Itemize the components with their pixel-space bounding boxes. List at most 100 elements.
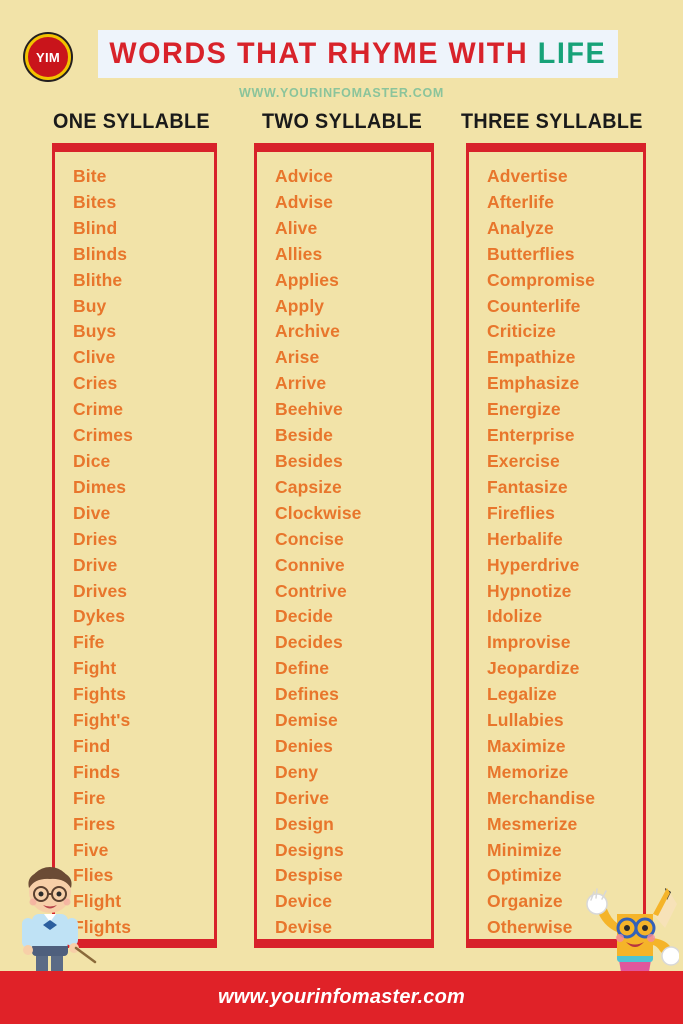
word-item: Design: [275, 813, 334, 834]
word-item: Crime: [73, 399, 124, 420]
word-item: Fire: [73, 787, 106, 808]
word-list-two-syllable: Advice Advise Alive Allies Applies Apply Archi…: [257, 152, 431, 941]
word-item: Contrive: [275, 580, 347, 601]
word-item: Arise: [275, 347, 320, 368]
word-item: Fights: [73, 684, 127, 705]
word-item: Capsize: [275, 476, 342, 497]
word-item: Improvise: [487, 632, 571, 653]
column-heading-two-syllable: TWO SYLLABLE: [262, 110, 423, 133]
word-item: Emphasize: [487, 373, 580, 394]
word-item: Apply: [275, 295, 325, 316]
word-item: Idolize: [487, 606, 543, 627]
word-item: Connive: [275, 554, 345, 575]
column-heading-one-syllable: ONE SYLLABLE: [53, 110, 210, 133]
column-headings: ONE SYLLABLE TWO SYLLABLE THREE SYLLABLE: [0, 110, 683, 136]
word-item: Fantasize: [487, 476, 568, 497]
word-item: Compromise: [487, 269, 595, 290]
word-item: Fight's: [73, 710, 131, 731]
word-item: Fireflies: [487, 502, 556, 523]
yim-logo: YIM: [25, 34, 71, 80]
word-item: Fight: [73, 658, 117, 679]
word-item: Blinds: [73, 243, 128, 264]
word-item: Butterflies: [487, 243, 575, 264]
word-item: Fife: [73, 632, 105, 653]
word-item: Dries: [73, 528, 118, 549]
word-item: Alive: [275, 217, 318, 238]
word-item: Dykes: [73, 606, 126, 627]
word-list-box-three-syllable: Advertise Afterlife Analyze Butterflies Comp…: [466, 143, 646, 948]
word-item: Beside: [275, 425, 333, 446]
word-item: Device: [275, 891, 333, 912]
word-item: Applies: [275, 269, 339, 290]
word-item: Finds: [73, 761, 121, 782]
word-item: Blind: [73, 217, 118, 238]
word-item: Empathize: [487, 347, 576, 368]
footer-url: www.yourinfomaster.com: [217, 986, 466, 1008]
word-item: Enterprise: [487, 425, 575, 446]
word-item: Cries: [73, 373, 118, 394]
infographic-page: YIM WORDS THAT RHYME WITH LIFE WWW.YOURI…: [0, 0, 683, 1024]
word-item: Defines: [275, 684, 339, 705]
word-list-box-two-syllable: Advice Advise Alive Allies Applies Apply Archi…: [254, 143, 434, 948]
word-item: Advise: [275, 191, 333, 212]
word-list-box-one-syllable: Bite Bites Blind Blinds Blithe Buy Buys Clive Cr…: [52, 143, 217, 948]
word-item: Arrive: [275, 373, 327, 394]
footer-bar: www.yourinfomaster.com: [0, 971, 683, 1024]
word-item: Criticize: [487, 321, 556, 342]
word-item: Clive: [73, 347, 116, 368]
word-list-three-syllable: Advertise Afterlife Analyze Butterflies Comp…: [469, 152, 643, 941]
word-item: Maximize: [487, 735, 566, 756]
header: YIM WORDS THAT RHYME WITH LIFE: [0, 28, 683, 86]
word-item: Afterlife: [487, 191, 555, 212]
page-title-main: WORDS THAT RHYME WITH: [109, 37, 538, 70]
word-item: Archive: [275, 321, 340, 342]
word-item: Denies: [275, 735, 333, 756]
word-item: Drive: [73, 554, 118, 575]
title-band: WORDS THAT RHYME WITH LIFE: [98, 30, 618, 78]
word-item: Bite: [73, 166, 107, 186]
page-title-accent: LIFE: [537, 37, 607, 70]
word-item: Allies: [275, 243, 323, 264]
column-heading-three-syllable: THREE SYLLABLE: [461, 110, 643, 133]
word-item: Deny: [275, 761, 319, 782]
word-item: Exercise: [487, 450, 560, 471]
word-item: Designs: [275, 839, 344, 860]
word-item: Memorize: [487, 761, 569, 782]
word-item: Despise: [275, 865, 343, 886]
word-item: Buys: [73, 321, 117, 342]
word-item: Hyperdrive: [487, 554, 580, 575]
word-item: Beehive: [275, 399, 343, 420]
word-list-one-syllable: Bite Bites Blind Blinds Blithe Buy Buys Clive Cr…: [55, 152, 214, 941]
word-item: Lullabies: [487, 710, 564, 731]
word-item: Besides: [275, 450, 343, 471]
word-item: Advice: [275, 166, 333, 186]
word-item: Hypnotize: [487, 580, 572, 601]
word-item: Find: [73, 735, 111, 756]
word-item: Decides: [275, 632, 343, 653]
word-item: Energize: [487, 399, 561, 420]
word-item: Merchandise: [487, 787, 596, 808]
word-item: Mesmerize: [487, 813, 578, 834]
word-item: Herbalife: [487, 528, 563, 549]
word-item: Minimize: [487, 839, 562, 860]
page-title: WORDS THAT RHYME WITH LIFE: [110, 37, 607, 71]
word-item: Concise: [275, 528, 344, 549]
word-item: Drives: [73, 580, 128, 601]
word-item: Clockwise: [275, 502, 362, 523]
logo-text: YIM: [35, 49, 60, 65]
word-item: Advertise: [487, 166, 568, 186]
word-item: Crimes: [73, 425, 133, 446]
word-item: Demise: [275, 710, 338, 731]
word-item: Jeopardize: [487, 658, 580, 679]
word-item: Derive: [275, 787, 330, 808]
subtitle-url: WWW.YOURINFOMASTER.COM: [239, 86, 444, 100]
word-item: Bites: [73, 191, 117, 212]
word-item: Buy: [73, 295, 107, 316]
word-item: Dice: [73, 450, 111, 471]
word-item: Dive: [73, 502, 111, 523]
word-item: Counterlife: [487, 295, 581, 316]
word-item: Fires: [73, 813, 116, 834]
word-item: Dimes: [73, 476, 127, 497]
word-item: Legalize: [487, 684, 557, 705]
word-item: Define: [275, 658, 330, 679]
